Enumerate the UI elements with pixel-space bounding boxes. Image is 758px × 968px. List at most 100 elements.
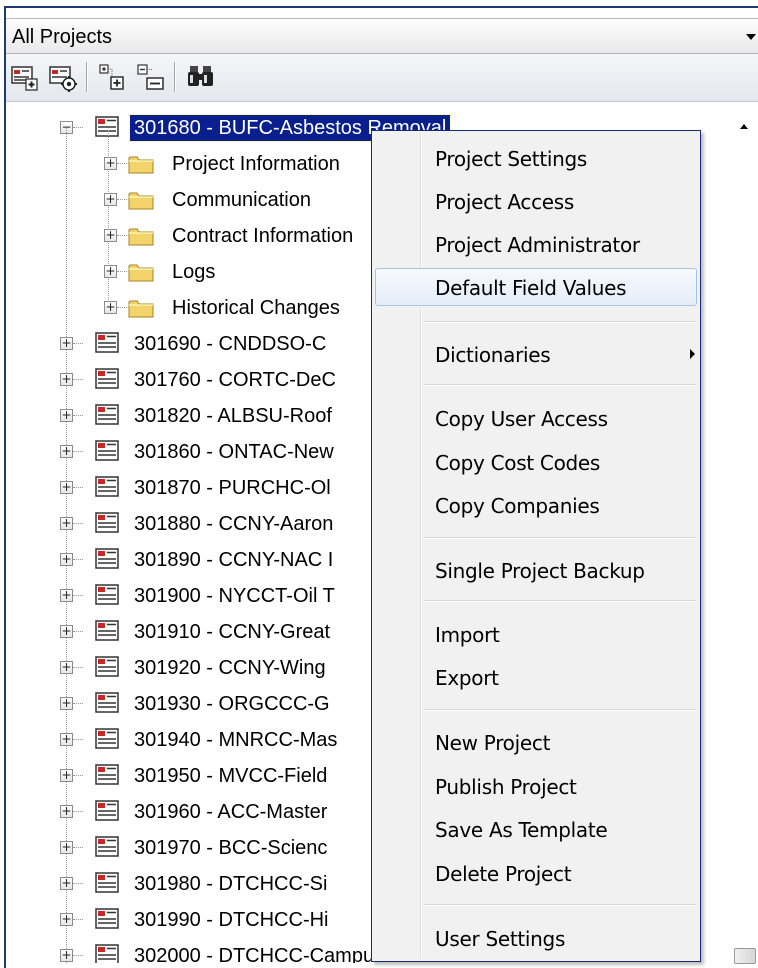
project-label[interactable]: 301980 - DTCHCC-Si <box>134 871 327 897</box>
menu-item-copy-companies[interactable]: Copy Companies <box>375 486 697 524</box>
menu-separator <box>424 537 696 539</box>
project-label[interactable]: 301940 - MNRCC-Mas <box>134 727 337 753</box>
folder-icon <box>128 226 154 246</box>
project-icon <box>95 476 119 497</box>
expand-node-icon[interactable]: + <box>60 949 73 962</box>
expand-node-icon[interactable]: + <box>60 445 73 458</box>
menu-item-default-field-values[interactable]: Default Field Values <box>375 268 697 306</box>
expand-node-icon[interactable]: + <box>60 409 73 422</box>
chevron-down-icon[interactable] <box>746 34 756 40</box>
expand-node-icon[interactable]: + <box>60 913 73 926</box>
menu-item-label: Project Administrator <box>435 233 640 257</box>
expand-node-icon[interactable]: + <box>104 157 117 170</box>
vertical-scrollbar[interactable] <box>731 102 758 964</box>
project-icon <box>95 836 119 857</box>
project-label[interactable]: 301950 - MVCC-Field <box>134 763 327 789</box>
project-icon <box>95 800 119 821</box>
folder-label[interactable]: Project Information <box>172 151 340 177</box>
folder-label[interactable]: Contract Information <box>172 223 353 249</box>
scroll-thumb[interactable] <box>734 948 756 964</box>
submenu-arrow-icon <box>690 349 695 359</box>
menu-item-project-settings[interactable]: Project Settings <box>375 139 697 177</box>
expand-node-icon[interactable]: + <box>60 589 73 602</box>
folder-icon <box>128 262 154 282</box>
menu-item-project-administrator[interactable]: Project Administrator <box>375 225 697 263</box>
project-icon <box>95 332 119 353</box>
menu-item-user-settings[interactable]: User Settings <box>375 919 697 957</box>
collapse-all-icon[interactable] <box>136 62 166 92</box>
menu-item-publish-project[interactable]: Publish Project <box>375 767 697 805</box>
expand-node-icon[interactable]: + <box>60 805 73 818</box>
expand-all-icon[interactable] <box>98 62 128 92</box>
expand-node-icon[interactable]: + <box>60 337 73 350</box>
folder-label[interactable]: Communication <box>172 187 311 213</box>
folder-label[interactable]: Logs <box>172 259 215 285</box>
expand-node-icon[interactable]: + <box>104 301 117 314</box>
project-icon <box>95 584 119 605</box>
folder-label[interactable]: Historical Changes <box>172 295 340 321</box>
project-icon <box>95 512 119 533</box>
menu-item-dictionaries[interactable]: Dictionaries <box>375 335 697 373</box>
menu-item-copy-cost-codes[interactable]: Copy Cost Codes <box>375 443 697 481</box>
menu-item-label: Copy Companies <box>435 494 600 518</box>
project-filter-dropdown[interactable]: All Projects <box>6 18 758 54</box>
project-settings-icon[interactable] <box>48 62 78 92</box>
project-label[interactable]: 301900 - NYCCT-Oil T <box>134 583 335 609</box>
menu-item-delete-project[interactable]: Delete Project <box>375 854 697 892</box>
project-icon <box>95 620 119 641</box>
project-context-menu: Project Settings Project Access Project … <box>371 130 701 962</box>
expand-node-icon[interactable]: + <box>60 733 73 746</box>
project-icon <box>95 440 119 461</box>
menu-item-label: Export <box>435 666 499 690</box>
project-label[interactable]: 301960 - ACC-Master <box>134 799 327 825</box>
menu-item-label: Project Settings <box>435 147 588 171</box>
project-label[interactable]: 301920 - CCNY-Wing <box>134 655 326 681</box>
project-label[interactable]: 301910 - CCNY-Great <box>134 619 330 645</box>
menu-item-import[interactable]: Import <box>375 615 697 653</box>
expand-node-icon[interactable]: + <box>60 553 73 566</box>
project-label[interactable]: 301930 - ORGCCC-G <box>134 691 330 717</box>
scroll-up-arrow-icon[interactable] <box>740 124 748 129</box>
find-icon[interactable] <box>186 62 216 92</box>
menu-separator <box>424 600 696 602</box>
expand-node-icon[interactable]: + <box>60 661 73 674</box>
expand-node-icon[interactable]: + <box>104 229 117 242</box>
project-icon <box>95 764 119 785</box>
project-label[interactable]: 301870 - PURCHC-Ol <box>134 475 331 501</box>
project-icon <box>95 692 119 713</box>
expand-node-icon[interactable]: + <box>60 769 73 782</box>
expand-node-icon[interactable]: + <box>60 877 73 890</box>
project-label[interactable]: 301880 - CCNY-Aaron <box>134 511 333 537</box>
menu-item-single-project-backup[interactable]: Single Project Backup <box>375 551 697 589</box>
expand-node-icon[interactable]: + <box>60 373 73 386</box>
project-filter-value: All Projects <box>12 26 113 48</box>
expand-node-icon[interactable]: + <box>104 265 117 278</box>
menu-item-label: Import <box>435 623 500 647</box>
menu-item-project-access[interactable]: Project Access <box>375 182 697 220</box>
expand-node-icon[interactable]: + <box>60 697 73 710</box>
menu-separator <box>424 384 696 386</box>
expand-node-icon[interactable]: + <box>60 517 73 530</box>
project-label[interactable]: 301890 - CCNY-NAC I <box>134 547 333 573</box>
expand-node-icon[interactable]: + <box>104 193 117 206</box>
project-icon <box>95 368 119 389</box>
project-icon <box>95 908 119 929</box>
menu-item-save-as-template[interactable]: Save As Template <box>375 810 697 848</box>
project-label[interactable]: 301820 - ALBSU-Roof <box>134 403 332 429</box>
project-label[interactable]: 301690 - CNDDSO-C <box>134 331 326 357</box>
project-label[interactable]: 301970 - BCC-Scienc <box>134 835 327 861</box>
menu-item-export[interactable]: Export <box>375 658 697 696</box>
menu-item-label: Copy User Access <box>435 407 608 431</box>
project-label[interactable]: 301860 - ONTAC-New <box>134 439 334 465</box>
project-label[interactable]: 301990 - DTCHCC-Hi <box>134 907 329 933</box>
expand-node-icon[interactable]: + <box>60 625 73 638</box>
menu-item-label: New Project <box>435 731 551 755</box>
folder-icon <box>128 298 154 318</box>
expand-node-icon[interactable]: + <box>60 481 73 494</box>
expand-node-icon[interactable]: + <box>60 841 73 854</box>
project-label[interactable]: 301760 - CORTC-DeC <box>134 367 336 393</box>
menu-item-label: Dictionaries <box>435 343 551 367</box>
menu-item-copy-user-access[interactable]: Copy User Access <box>375 399 697 437</box>
add-project-icon[interactable] <box>10 62 40 92</box>
menu-item-new-project[interactable]: New Project <box>375 723 697 761</box>
